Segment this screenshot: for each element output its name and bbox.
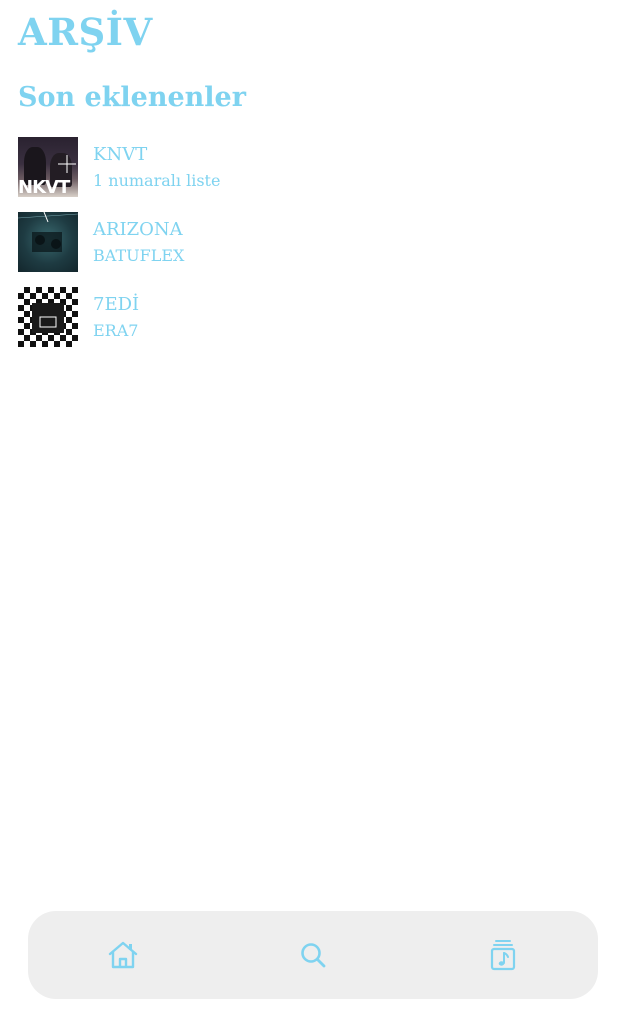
section-title-recent: Son eklenenler [18, 82, 246, 113]
home-icon [108, 941, 138, 969]
album-cover-text: NKVT [18, 177, 70, 197]
search-icon [301, 943, 326, 968]
list-item-title: KNVT [93, 144, 148, 165]
nav-library-button[interactable] [485, 937, 521, 973]
bottom-nav-bar [28, 911, 598, 999]
list-item-title: ARIZONA [93, 219, 183, 240]
nav-search-button[interactable] [295, 937, 331, 973]
album-cover [18, 212, 78, 272]
list-item[interactable]: NKVT KNVT 1 numaralı liste [18, 137, 598, 197]
album-cover: NKVT [18, 137, 78, 197]
list-item[interactable]: 7EDİ ERA7 [18, 287, 598, 347]
list-item[interactable]: ARIZONA BATUFLEX [18, 212, 598, 272]
recent-list: NKVT KNVT 1 numaralı liste ARIZONA BATUF… [18, 137, 598, 362]
list-item-subtitle: ERA7 [93, 321, 139, 340]
list-item-subtitle: BATUFLEX [93, 246, 185, 265]
music-library-icon [490, 940, 516, 971]
list-item-subtitle: 1 numaralı liste [93, 171, 221, 190]
album-cover [18, 287, 78, 347]
page-title: ARŞİV [18, 10, 153, 54]
nav-home-button[interactable] [105, 937, 141, 973]
list-item-title: 7EDİ [93, 294, 140, 315]
